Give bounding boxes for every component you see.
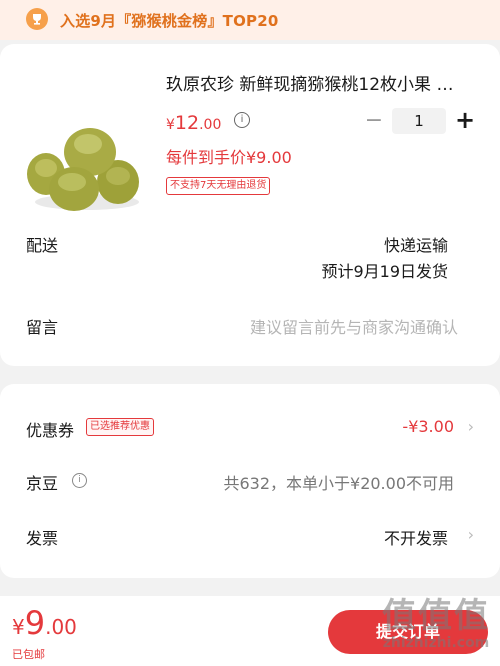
- delivery-method[interactable]: 快递运输: [384, 232, 448, 256]
- product-price: ¥12.00: [166, 112, 221, 134]
- total-decimal: .00: [45, 615, 77, 639]
- quantity-input[interactable]: 1: [392, 108, 446, 134]
- product-image[interactable]: [22, 84, 152, 214]
- product-title[interactable]: 玖原农珍 新鲜现摘猕猴桃12枚小果 …: [166, 70, 486, 95]
- total-integer: 9: [24, 604, 46, 642]
- invoice-label: 发票: [26, 529, 59, 548]
- price-info-icon[interactable]: i: [234, 112, 250, 128]
- price-integer: 12: [174, 112, 200, 134]
- delivery-label: 配送: [26, 236, 59, 255]
- coupon-value[interactable]: -¥3.00: [402, 417, 454, 436]
- quantity-increase-button[interactable]: +: [454, 108, 476, 134]
- coupon-label: 优惠券: [26, 421, 75, 440]
- jingdou-label: 京豆: [26, 474, 59, 493]
- watermark-logo: 值值值: [382, 596, 490, 636]
- jingdou-info-icon[interactable]: i: [72, 473, 87, 488]
- watermark-url: zhizhizhi.com: [382, 635, 490, 651]
- quantity-decrease-button[interactable]: −: [364, 110, 384, 132]
- jingdou-value: 共632，本单小于¥20.00不可用: [223, 474, 454, 493]
- total-price: ¥9.00: [12, 604, 77, 642]
- final-price: 每件到手价¥9.00: [166, 148, 292, 167]
- invoice-value[interactable]: 不开发票: [384, 525, 448, 549]
- price-decimal: .00: [199, 117, 222, 133]
- message-input[interactable]: 建议留言前先与商家沟通确认: [250, 314, 458, 338]
- no-return-tag: 不支持7天无理由退货: [166, 177, 271, 195]
- site-watermark: 值值值 zhizhizhi.com: [382, 588, 490, 651]
- delivery-eta: 预计9月19日发货: [321, 262, 448, 281]
- message-label: 留言: [26, 318, 59, 337]
- coupon-recommend-badge: 已选推荐优惠: [86, 418, 154, 436]
- currency-symbol: ¥: [166, 117, 175, 133]
- product-card: 玖原农珍 新鲜现摘猕猴桃12枚小果 … ¥12.00 i − 1 + 每件到手价…: [0, 44, 500, 366]
- ranking-banner[interactable]: 入选9月『猕猴桃金榜』TOP20: [0, 0, 500, 40]
- chevron-right-icon[interactable]: ›: [468, 525, 474, 544]
- total-currency: ¥: [12, 615, 25, 639]
- chevron-right-icon[interactable]: ›: [468, 417, 474, 436]
- discount-card: 优惠券 已选推荐优惠 -¥3.00 › 京豆 i 共632，本单小于¥20.00…: [0, 384, 500, 578]
- trophy-icon: [26, 8, 48, 30]
- banner-text: 入选9月『猕猴桃金榜』TOP20: [60, 12, 279, 30]
- free-shipping-label: 已包邮: [12, 648, 45, 661]
